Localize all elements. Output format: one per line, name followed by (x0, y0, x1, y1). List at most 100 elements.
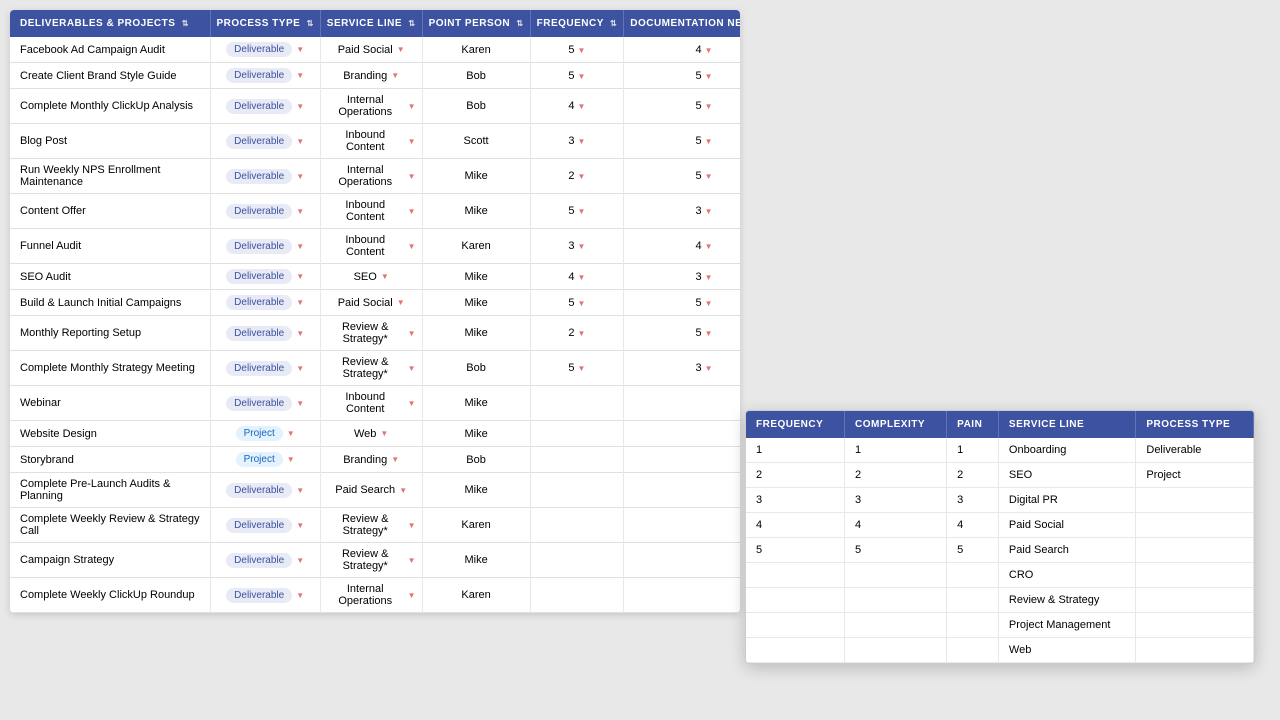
legend-freq (746, 613, 845, 638)
doc-dropdown-arrow[interactable]: ▼ (705, 207, 713, 216)
legend-popup: FREQUENCY COMPLEXITY PAIN SERVICE LINE P… (745, 410, 1255, 664)
service-dropdown-arrow[interactable]: ▼ (408, 399, 416, 408)
filter-icon-col1[interactable]: ⇅ (182, 19, 189, 28)
doc-dropdown-arrow[interactable]: ▼ (705, 102, 713, 111)
service-dropdown-arrow[interactable]: ▼ (408, 591, 416, 600)
freq-dropdown-arrow[interactable]: ▼ (578, 46, 586, 55)
service-dropdown-arrow[interactable]: ▼ (408, 242, 416, 251)
process-badge: Deliverable (226, 483, 292, 498)
table-row: Webinar Deliverable ▼ Inbound Content ▼ … (10, 386, 740, 421)
point-person-cell: Mike (422, 194, 530, 229)
deliverable-name: Storybrand (10, 447, 210, 473)
process-dropdown-arrow[interactable]: ▼ (296, 71, 304, 80)
process-dropdown-arrow[interactable]: ▼ (296, 329, 304, 338)
service-line-value: Review & Strategy* (327, 321, 404, 345)
doc-needs-cell (624, 386, 740, 421)
process-dropdown-arrow[interactable]: ▼ (296, 102, 304, 111)
process-dropdown-arrow[interactable]: ▼ (296, 172, 304, 181)
freq-dropdown-arrow[interactable]: ▼ (578, 72, 586, 81)
freq-dropdown-arrow[interactable]: ▼ (578, 102, 586, 111)
deliverable-name: SEO Audit (10, 264, 210, 290)
freq-dropdown-arrow[interactable]: ▼ (578, 137, 586, 146)
service-dropdown-arrow[interactable]: ▼ (408, 102, 416, 111)
service-dropdown-arrow[interactable]: ▼ (408, 556, 416, 565)
service-dropdown-arrow[interactable]: ▼ (408, 172, 416, 181)
doc-dropdown-arrow[interactable]: ▼ (705, 46, 713, 55)
filter-icon-col4[interactable]: ⇅ (516, 19, 523, 28)
process-dropdown-arrow[interactable]: ▼ (296, 242, 304, 251)
service-line-value: Paid Social (338, 44, 393, 56)
filter-icon-col5[interactable]: ⇅ (610, 19, 617, 28)
process-badge: Deliverable (226, 553, 292, 568)
process-dropdown-arrow[interactable]: ▼ (296, 364, 304, 373)
service-dropdown-arrow[interactable]: ▼ (381, 272, 389, 281)
process-dropdown-arrow[interactable]: ▼ (296, 556, 304, 565)
process-dropdown-arrow[interactable]: ▼ (296, 298, 304, 307)
deliverable-name: Website Design (10, 421, 210, 447)
doc-needs-cell: 3 ▼ (624, 264, 740, 290)
filter-icon-col2[interactable]: ⇅ (307, 19, 314, 28)
service-dropdown-arrow[interactable]: ▼ (391, 455, 399, 464)
freq-dropdown-arrow[interactable]: ▼ (578, 172, 586, 181)
process-dropdown-arrow[interactable]: ▼ (296, 591, 304, 600)
service-line-value: Review & Strategy* (327, 513, 404, 537)
freq-dropdown-arrow[interactable]: ▼ (578, 273, 586, 282)
service-dropdown-arrow[interactable]: ▼ (397, 298, 405, 307)
col-service-line: SERVICE LINE ⇅ (320, 10, 422, 37)
legend-freq: 1 (746, 438, 845, 463)
deliverable-name: Complete Pre-Launch Audits & Planning (10, 473, 210, 508)
doc-dropdown-arrow[interactable]: ▼ (705, 137, 713, 146)
service-line-cell: Inbound Content ▼ (320, 386, 422, 421)
process-dropdown-arrow[interactable]: ▼ (296, 272, 304, 281)
freq-dropdown-arrow[interactable]: ▼ (578, 299, 586, 308)
service-dropdown-arrow[interactable]: ▼ (408, 329, 416, 338)
service-dropdown-arrow[interactable]: ▼ (408, 364, 416, 373)
service-dropdown-arrow[interactable]: ▼ (399, 486, 407, 495)
legend-complex (845, 613, 947, 638)
process-badge: Deliverable (226, 518, 292, 533)
doc-dropdown-arrow[interactable]: ▼ (705, 329, 713, 338)
process-dropdown-arrow[interactable]: ▼ (296, 521, 304, 530)
freq-dropdown-arrow[interactable]: ▼ (578, 207, 586, 216)
legend-row: 4 4 4 Paid Social (746, 513, 1254, 538)
point-person-cell: Scott (422, 124, 530, 159)
process-dropdown-arrow[interactable]: ▼ (296, 137, 304, 146)
legend-service: SEO (998, 463, 1135, 488)
point-person-cell: Karen (422, 508, 530, 543)
legend-row: Web (746, 638, 1254, 663)
doc-dropdown-arrow[interactable]: ▼ (705, 242, 713, 251)
legend-col-frequency: FREQUENCY (746, 411, 845, 438)
doc-dropdown-arrow[interactable]: ▼ (705, 273, 713, 282)
process-dropdown-arrow[interactable]: ▼ (296, 45, 304, 54)
doc-dropdown-arrow[interactable]: ▼ (705, 299, 713, 308)
legend-pain (947, 613, 999, 638)
doc-dropdown-arrow[interactable]: ▼ (705, 72, 713, 81)
process-dropdown-arrow[interactable]: ▼ (296, 399, 304, 408)
service-dropdown-arrow[interactable]: ▼ (408, 137, 416, 146)
freq-dropdown-arrow[interactable]: ▼ (578, 242, 586, 251)
service-dropdown-arrow[interactable]: ▼ (380, 429, 388, 438)
process-type-cell: Deliverable ▼ (210, 386, 320, 421)
table-row: Website Design Project ▼ Web ▼ Mike (10, 421, 740, 447)
freq-dropdown-arrow[interactable]: ▼ (578, 329, 586, 338)
process-dropdown-arrow[interactable]: ▼ (296, 486, 304, 495)
process-dropdown-arrow[interactable]: ▼ (287, 455, 295, 464)
point-person-cell: Bob (422, 351, 530, 386)
process-dropdown-arrow[interactable]: ▼ (296, 207, 304, 216)
frequency-cell (530, 421, 624, 447)
service-line-cell: Internal Operations ▼ (320, 159, 422, 194)
filter-icon-col3[interactable]: ⇅ (408, 19, 415, 28)
service-dropdown-arrow[interactable]: ▼ (408, 521, 416, 530)
deliverable-name: Campaign Strategy (10, 543, 210, 578)
service-line-cell: Internal Operations ▼ (320, 89, 422, 124)
freq-dropdown-arrow[interactable]: ▼ (578, 364, 586, 373)
doc-dropdown-arrow[interactable]: ▼ (705, 364, 713, 373)
table-row: Monthly Reporting Setup Deliverable ▼ Re… (10, 316, 740, 351)
deliverable-name: Monthly Reporting Setup (10, 316, 210, 351)
process-dropdown-arrow[interactable]: ▼ (287, 429, 295, 438)
service-dropdown-arrow[interactable]: ▼ (391, 71, 399, 80)
doc-dropdown-arrow[interactable]: ▼ (705, 172, 713, 181)
point-person-cell: Bob (422, 63, 530, 89)
service-dropdown-arrow[interactable]: ▼ (397, 45, 405, 54)
service-dropdown-arrow[interactable]: ▼ (408, 207, 416, 216)
